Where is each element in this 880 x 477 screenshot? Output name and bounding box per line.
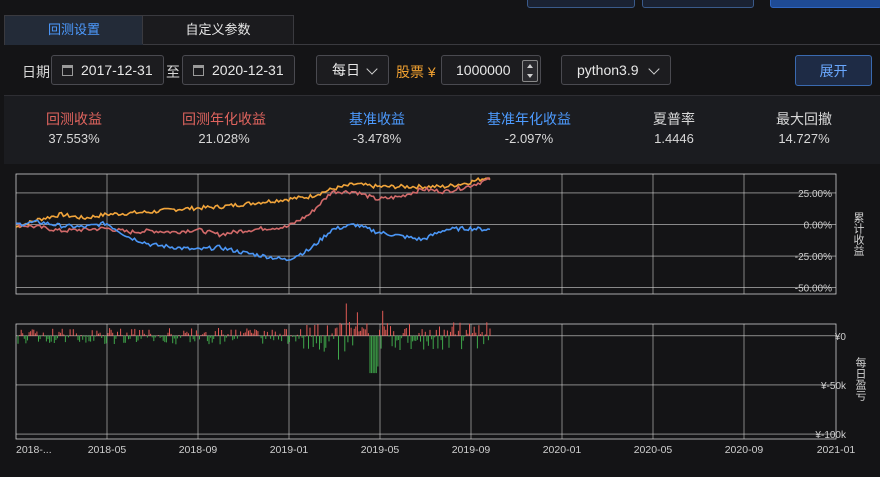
x-tick-label: 2020-05 <box>634 444 673 456</box>
stat-benchmark-return: 基准收益 -3.478% <box>337 110 417 148</box>
daily-pnl-chart-xticks: 2018-... 2018-05 2018-09 2019-01 2019-05 2019… <box>16 444 855 456</box>
calendar-icon <box>193 64 204 76</box>
capital-value: 1000000 <box>456 62 511 78</box>
cumulative-chart-yticks: 25.00% 0.00% -25.00% -50.00% <box>795 189 832 295</box>
stat-sharpe: 夏普率 1.4446 <box>634 110 714 148</box>
stat-benchmark-annual-return: 基准年化收益 -2.097% <box>474 110 584 148</box>
stat-max-drawdown: 最大回撤 14.727% <box>764 110 844 148</box>
stat-value: 14.727% <box>778 131 830 146</box>
y-tick-label: ¥0 <box>834 332 847 343</box>
calendar-icon <box>62 64 73 76</box>
x-tick-label: 2019-05 <box>361 444 400 456</box>
y-tick-label: ¥-50k <box>820 381 847 392</box>
x-tick-label: 2021-01 <box>817 444 856 456</box>
x-tick-label: 2020-09 <box>725 444 764 456</box>
daily-pnl-chart-yticks: ¥0 ¥-50k ¥-100k <box>814 332 847 441</box>
end-date-value: 2020-12-31 <box>212 62 284 78</box>
series-line-3 <box>15 219 491 262</box>
cumulative-chart-frame <box>15 173 837 295</box>
top-toolbar-button-2[interactable] <box>642 0 754 8</box>
cumulative-chart-grid <box>16 174 836 294</box>
start-date-input[interactable]: 2017-12-31 <box>51 55 164 85</box>
tab-backtest-settings[interactable]: 回测设置 <box>4 15 144 45</box>
stat-value: 1.4446 <box>654 131 694 146</box>
stat-label: 回测收益 <box>46 111 102 127</box>
start-date-value: 2017-12-31 <box>81 62 153 78</box>
python-version-select[interactable]: python3.9 <box>561 55 671 85</box>
stat-value: 21.028% <box>198 131 250 146</box>
tab-custom-params[interactable]: 自定义参数 <box>142 15 294 44</box>
frequency-value: 每日 <box>332 62 360 78</box>
x-tick-label: 2018-05 <box>88 444 127 456</box>
y-tick-label: ¥-100k <box>814 430 847 441</box>
to-label: 至 <box>166 64 180 80</box>
top-toolbar-button-1[interactable] <box>527 0 635 8</box>
stat-label: 回测年化收益 <box>182 111 266 127</box>
python-version-value: python3.9 <box>577 62 639 78</box>
stat-label: 最大回撤 <box>776 111 832 127</box>
y-tick-label: 0.00% <box>804 221 832 232</box>
chevron-down-icon <box>366 63 378 75</box>
stat-label: 基准收益 <box>349 111 405 127</box>
daily-pnl-chart-bars <box>17 303 491 374</box>
y-tick-label: -50.00% <box>795 284 832 295</box>
expand-button[interactable]: 展开 <box>795 55 872 86</box>
quantity-stepper[interactable] <box>522 60 538 82</box>
stat-value: 37.553% <box>48 131 100 146</box>
stat-value: -3.478% <box>352 131 402 146</box>
backtest-charts: 25.00% 0.00% -25.00% -50.00% 累计收益 ¥0 ¥-50k ¥-… <box>15 173 867 456</box>
daily-pnl-chart-ylabel: 每日盈亏 <box>854 356 867 402</box>
chevron-down-icon <box>648 63 660 75</box>
stats-panel: 回测收益 37.553% 回测年化收益 21.028% 基准收益 -3.478%… <box>4 96 880 164</box>
date-label: 日期 <box>22 64 50 80</box>
cumulative-chart-lines <box>15 176 491 262</box>
x-tick-label: 2019-09 <box>452 444 491 456</box>
capital-label: 股票 ¥ <box>396 64 436 80</box>
capital-input[interactable]: 1000000 <box>441 55 541 85</box>
stat-backtest-return: 回测收益 37.553% <box>34 110 114 148</box>
end-date-input[interactable]: 2020-12-31 <box>182 55 295 85</box>
series-line-2 <box>15 176 491 238</box>
x-tick-label: 2019-01 <box>270 444 309 456</box>
y-tick-label: -25.00% <box>795 252 832 263</box>
x-tick-label: 2018-09 <box>179 444 218 456</box>
charts-area: 25.00% 0.00% -25.00% -50.00% 累计收益 ¥0 ¥-50k ¥-… <box>0 164 880 474</box>
frequency-select[interactable]: 每日 <box>316 55 389 85</box>
top-toolbar-button-3[interactable] <box>770 0 880 8</box>
cumulative-chart-ylabel: 累计收益 <box>852 212 865 256</box>
y-tick-label: 25.00% <box>798 189 832 200</box>
x-tick-label: 2020-01 <box>543 444 582 456</box>
stat-value: -2.097% <box>504 131 554 146</box>
stat-label: 夏普率 <box>653 111 695 127</box>
daily-pnl-chart-grid <box>16 324 836 439</box>
tab-bar: 回测设置 自定义参数 <box>4 15 880 45</box>
stat-label: 基准年化收益 <box>487 111 571 127</box>
series-line-1 <box>15 176 491 229</box>
stat-annual-return: 回测年化收益 21.028% <box>169 110 279 148</box>
x-tick-label: 2018-... <box>16 444 52 456</box>
daily-pnl-chart-frame <box>15 323 837 440</box>
